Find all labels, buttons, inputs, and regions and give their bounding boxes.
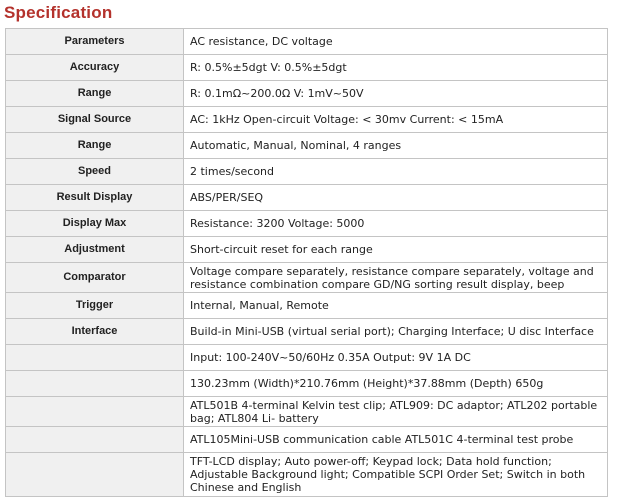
param-cell: Trigger — [5, 292, 184, 319]
table-row: Accuracy R: 0.5%±5dgt V: 0.5%±5dgt — [5, 54, 608, 81]
param-cell: Parameters — [5, 28, 184, 55]
value-cell: AC: 1kHz Open-circuit Voltage: < 30mv Cu… — [183, 106, 608, 133]
value-cell: Resistance: 3200 Voltage: 5000 — [183, 210, 608, 237]
table-row: Range R: 0.1mΩ~200.0Ω V: 1mV~50V — [5, 80, 608, 107]
table-row: Input: 100-240V~50/60Hz 0.35A Output: 9V… — [5, 344, 608, 371]
table-row: Range Automatic, Manual, Nominal, 4 rang… — [5, 132, 608, 159]
table-row: Parameters AC resistance, DC voltage — [5, 28, 608, 55]
value-cell: Internal, Manual, Remote — [183, 292, 608, 319]
table-row: Interface Build-in Mini-USB (virtual ser… — [5, 318, 608, 345]
param-cell — [5, 370, 184, 397]
param-cell: Range — [5, 80, 184, 107]
value-cell: ATL501B 4-terminal Kelvin test clip; ATL… — [183, 396, 608, 427]
table-row: 130.23mm (Width)*210.76mm (Height)*37.88… — [5, 370, 608, 397]
page-title: Specification — [4, 3, 113, 22]
value-cell: Voltage compare separately, resistance c… — [183, 262, 608, 293]
param-cell: Signal Source — [5, 106, 184, 133]
param-cell: Interface — [5, 318, 184, 345]
table-row: ATL501B 4-terminal Kelvin test clip; ATL… — [5, 396, 608, 427]
value-cell: AC resistance, DC voltage — [183, 28, 608, 55]
table-row: Speed 2 times/second — [5, 158, 608, 185]
value-cell: ATL105Mini-USB communication cable ATL50… — [183, 426, 608, 453]
table-row: Result Display ABS/PER/SEQ — [5, 184, 608, 211]
table-row: ATL105Mini-USB communication cable ATL50… — [5, 426, 608, 453]
param-cell: Comparator — [5, 262, 184, 293]
param-cell — [5, 452, 184, 497]
value-cell: 2 times/second — [183, 158, 608, 185]
specification-table: Parameters AC resistance, DC voltage Acc… — [5, 28, 608, 497]
value-cell: R: 0.1mΩ~200.0Ω V: 1mV~50V — [183, 80, 608, 107]
table-row: Signal Source AC: 1kHz Open-circuit Volt… — [5, 106, 608, 133]
value-cell: 130.23mm (Width)*210.76mm (Height)*37.88… — [183, 370, 608, 397]
param-cell: Result Display — [5, 184, 184, 211]
param-cell — [5, 426, 184, 453]
value-cell: Short-circuit reset for each range — [183, 236, 608, 263]
table-row: Adjustment Short-circuit reset for each … — [5, 236, 608, 263]
value-cell: Automatic, Manual, Nominal, 4 ranges — [183, 132, 608, 159]
param-cell — [5, 344, 184, 371]
param-cell: Display Max — [5, 210, 184, 237]
value-cell: Input: 100-240V~50/60Hz 0.35A Output: 9V… — [183, 344, 608, 371]
value-cell: R: 0.5%±5dgt V: 0.5%±5dgt — [183, 54, 608, 81]
param-cell — [5, 396, 184, 427]
param-cell: Speed — [5, 158, 184, 185]
table-row: TFT-LCD display; Auto power-off; Keypad … — [5, 452, 608, 497]
param-cell: Adjustment — [5, 236, 184, 263]
param-cell: Accuracy — [5, 54, 184, 81]
value-cell: Build-in Mini-USB (virtual serial port);… — [183, 318, 608, 345]
param-cell: Range — [5, 132, 184, 159]
table-row: Trigger Internal, Manual, Remote — [5, 292, 608, 319]
value-cell: TFT-LCD display; Auto power-off; Keypad … — [183, 452, 608, 497]
table-row: Comparator Voltage compare separately, r… — [5, 262, 608, 293]
value-cell: ABS/PER/SEQ — [183, 184, 608, 211]
table-row: Display Max Resistance: 3200 Voltage: 50… — [5, 210, 608, 237]
